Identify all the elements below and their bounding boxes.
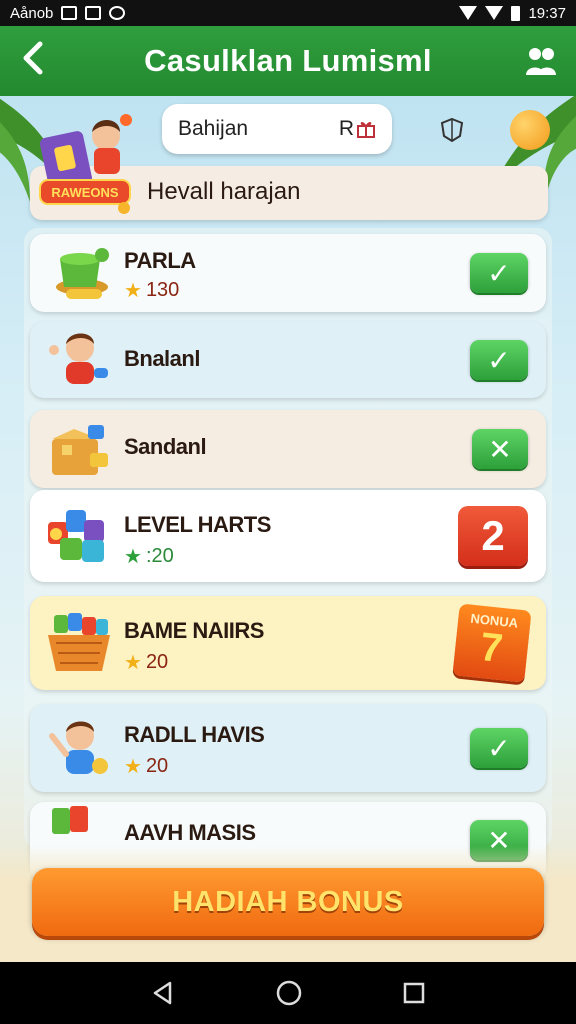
arrow-left-icon[interactable]: [18, 40, 58, 83]
search-suffix-text: R: [338, 117, 354, 140]
list-item[interactable]: Bnalanl ✓: [30, 322, 546, 398]
star-icon: ★: [124, 546, 142, 568]
chat-notification-icon: [109, 6, 126, 20]
search-suffix: R: [339, 117, 376, 141]
item-score: ★ 20: [124, 754, 168, 779]
clock-text: 19:37: [528, 4, 566, 22]
check-button[interactable]: ✓: [470, 340, 528, 380]
bonus-badge[interactable]: NONUA 7: [452, 603, 532, 683]
item-score: ★ 20: [124, 650, 168, 675]
page-title: Casulklan Lumisml: [144, 43, 432, 78]
shield-icon[interactable]: [438, 116, 466, 144]
treasure-chest-icon: [52, 425, 108, 475]
item-name: AAVH MASIS: [124, 820, 256, 845]
level-count-badge[interactable]: 2: [458, 506, 528, 566]
item-name: PARLA: [124, 248, 196, 273]
game-screen: Bahijan R Hevall harajan RAWEONS PARLA ★…: [0, 96, 576, 962]
bonus-badge-number: 7: [478, 624, 505, 672]
star-icon: ★: [124, 652, 142, 674]
check-button[interactable]: ✓: [470, 253, 528, 293]
score-value: :20: [145, 545, 174, 567]
battery-icon: [511, 5, 521, 21]
list-item[interactable]: Sandanl ✕: [30, 410, 546, 488]
item-name: BAME NAIIRS: [124, 618, 264, 643]
header-label: Hevall harajan: [147, 178, 301, 205]
bonus-reward-label: HADIAH BONUS: [172, 885, 404, 918]
item-score: ★ 130: [124, 278, 179, 303]
bucket-icon: [56, 248, 109, 299]
gem-blocks-icon: [48, 510, 104, 562]
recents-square-icon[interactable]: [402, 981, 426, 1005]
item-name: LEVEL HARTS: [124, 512, 271, 537]
score-value: 20: [145, 651, 169, 673]
list-item[interactable]: BAME NAIIRS ★ 20 NONUA 7: [30, 596, 546, 690]
star-icon: ★: [124, 756, 142, 778]
list-item[interactable]: RADLL HAVIS ★ 20 ✓: [30, 704, 546, 792]
app-bar: Casulklan Lumisml: [0, 26, 576, 96]
people-icon[interactable]: [518, 45, 558, 77]
star-icon: ★: [124, 280, 142, 302]
system-nav-bar: [0, 962, 576, 1024]
list-item[interactable]: PARLA ★ 130 ✓: [30, 234, 546, 312]
orange-ball-icon[interactable]: [510, 110, 550, 150]
badge-text: RAWEONS: [51, 185, 119, 200]
score-value: 20: [145, 755, 169, 777]
item-name: RADLL HAVIS: [124, 722, 265, 747]
cta-area: HADIAH BONUS: [0, 846, 576, 962]
close-button[interactable]: ✕: [472, 429, 528, 469]
basket-icon: [48, 613, 110, 671]
mascot-badge-icon: RAWEONS: [39, 114, 132, 214]
score-value: 130: [145, 279, 180, 301]
boy-character-icon: [49, 333, 108, 384]
search-pill[interactable]: Bahijan R: [162, 104, 392, 154]
signal-icon: [485, 6, 504, 20]
check-button[interactable]: ✓: [470, 728, 528, 768]
media-notification-icon: [85, 6, 102, 20]
waving-boy-icon: [49, 721, 108, 774]
back-triangle-icon[interactable]: [150, 980, 176, 1006]
search-text: Bahijan: [178, 117, 249, 140]
carrier-text: Aånob: [10, 4, 54, 22]
item-name: Bnalanl: [124, 346, 200, 371]
wifi-icon: [459, 6, 478, 20]
item-score: ★:20: [124, 544, 174, 569]
status-bar: Aånob 19:37: [0, 0, 576, 26]
home-circle-icon[interactable]: [275, 979, 303, 1007]
bonus-reward-button[interactable]: HADIAH BONUS: [32, 868, 544, 936]
list-item[interactable]: LEVEL HARTS ★:20 2: [30, 490, 546, 582]
image-notification-icon: [61, 6, 78, 20]
item-name: Sandanl: [124, 434, 207, 459]
gift-icon: [357, 122, 375, 138]
